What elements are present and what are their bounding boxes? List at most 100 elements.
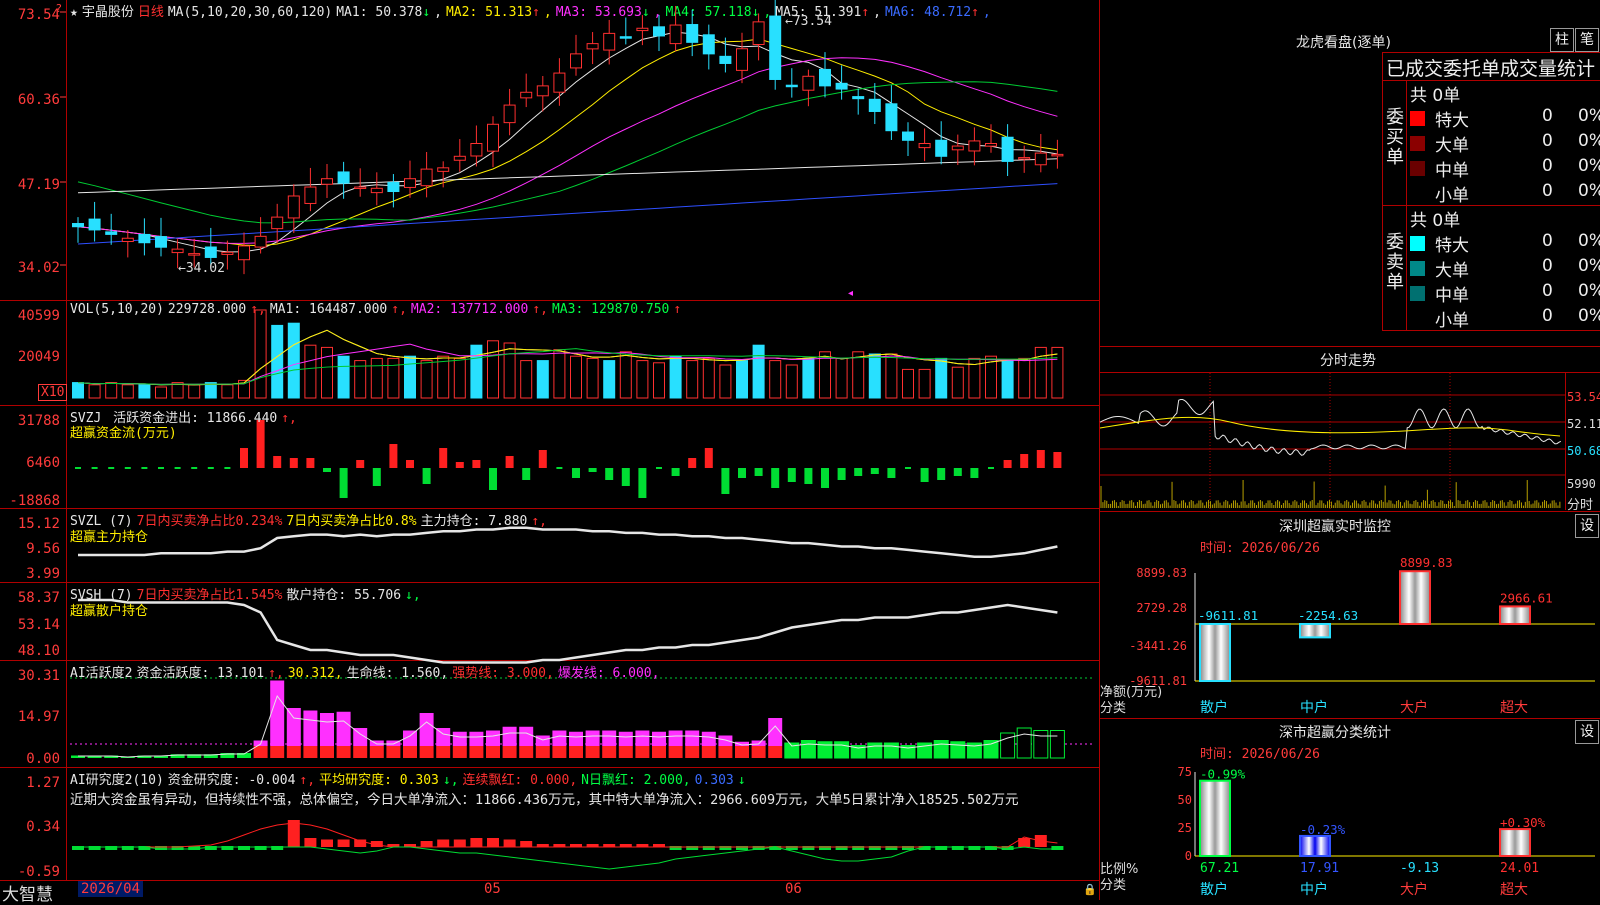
chart-canvas[interactable]: ◂ xyxy=(0,0,1100,900)
ai-active-bar xyxy=(867,742,883,759)
buy-row-name: 小单 xyxy=(1435,186,1469,206)
classify-bar xyxy=(1199,779,1231,857)
lhb-subtitle: 已成交委托单成交量统计 xyxy=(1386,58,1596,80)
svzj-bar xyxy=(854,468,863,476)
candle-body xyxy=(287,195,300,219)
vol-bar xyxy=(669,355,682,399)
ai-active-bar xyxy=(535,735,550,746)
ai-active-base xyxy=(502,746,517,758)
ai-active-bar xyxy=(602,730,617,746)
classify-title: 深市超赢分类统计 xyxy=(1279,725,1391,741)
classify-settings-button[interactable]: 设 xyxy=(1575,720,1599,744)
vol-value: 229728.000 xyxy=(167,302,247,317)
ai-active-y-label: 0.00 xyxy=(26,751,60,767)
candle-body xyxy=(1034,152,1047,166)
svsh-holding: 散户持仓: 55.706 xyxy=(286,588,402,603)
ai-active-bar xyxy=(419,713,434,746)
vol-bar xyxy=(653,362,665,399)
svzj-subtitle: 超赢资金流(万元) xyxy=(70,426,177,441)
vol-bar xyxy=(586,357,599,399)
vol-bar xyxy=(387,357,400,399)
candle-body xyxy=(105,231,118,235)
vol-bar xyxy=(719,364,732,399)
buy-row-p: 0% xyxy=(1578,131,1600,151)
classify-bar-value: -9.13 xyxy=(1400,861,1439,876)
sell-row-v: 0 xyxy=(1542,281,1553,301)
svzj-bar xyxy=(738,468,746,478)
vol-bar xyxy=(752,344,765,399)
ai-research-value: 资金研究度: -0.004 xyxy=(167,773,296,788)
classify-category: 超大 xyxy=(1500,882,1528,898)
candle-body xyxy=(951,145,964,151)
candle-body xyxy=(254,235,267,248)
vol-bar xyxy=(553,349,566,399)
classify-y-label: 50 xyxy=(1178,793,1192,807)
svzj-bar xyxy=(289,458,298,468)
svzj-bar xyxy=(787,468,796,482)
svzj-bar xyxy=(953,468,962,476)
svzl-holding: 主力持仓: 7.880 xyxy=(420,514,528,529)
classify-bar-pct: -0.23% xyxy=(1300,822,1346,837)
svzj-tick xyxy=(75,467,81,469)
svzj-bar xyxy=(638,468,647,498)
svzj-bar xyxy=(489,468,497,490)
ma-line-4 xyxy=(77,81,1058,224)
tick-mode-button[interactable]: 笔 xyxy=(1575,28,1599,52)
svzj-tick xyxy=(905,467,911,469)
svzj-bar xyxy=(1020,454,1029,468)
candle-body xyxy=(88,218,101,231)
ai-active-bar xyxy=(652,731,666,746)
lock-icon[interactable]: 🔒 xyxy=(1083,883,1097,896)
vol-bar xyxy=(337,355,350,399)
candle-body xyxy=(470,142,483,157)
ai-active-bar xyxy=(933,740,949,759)
ai-research-avg: 平均研究度: 0.303 xyxy=(319,773,439,788)
svzl-y-label: 9.56 xyxy=(26,541,60,557)
vol-title: VOL(5,10,20) xyxy=(70,302,164,317)
monitor-x-title: 分类 xyxy=(1100,701,1127,716)
sell-row-name: 中单 xyxy=(1435,286,1469,306)
classify-y-label: 0 xyxy=(1185,849,1192,863)
buy-row-color-swatch xyxy=(1410,186,1425,201)
candle-body xyxy=(420,168,433,187)
ai-active-base xyxy=(635,746,650,758)
classify-bar-value: 24.01 xyxy=(1500,861,1539,876)
vol-unit[interactable]: X10 xyxy=(38,384,68,401)
vol-bar xyxy=(918,368,931,399)
candle-body xyxy=(1001,136,1014,162)
svzj-bar xyxy=(472,460,481,468)
ai-research-bar xyxy=(321,839,333,847)
vol-bar xyxy=(271,324,284,399)
ai-active-bar xyxy=(883,742,899,759)
monitor-settings-button[interactable]: 设 xyxy=(1575,514,1599,538)
ai-research-header: AI研究度2(10) 资金研究度: -0.004 ↑, 平均研究度: 0.303 ↓, 连… xyxy=(70,773,746,788)
monitor-category: 散户 xyxy=(1200,699,1228,716)
candle-body xyxy=(171,248,184,254)
vol-bar xyxy=(138,384,151,399)
svzl-ratio-a: 7日内买卖净占比0.234% xyxy=(136,514,283,529)
bar-mode-button[interactable]: 柱 xyxy=(1550,28,1574,52)
classify-bar-pct: +0.30% xyxy=(1500,815,1546,830)
vol-bar xyxy=(935,357,948,399)
ai-active-base xyxy=(452,746,467,758)
monitor-category: 超大 xyxy=(1500,700,1528,716)
candle-body xyxy=(387,181,400,193)
candle-body xyxy=(686,24,699,43)
vol-bar xyxy=(636,360,649,399)
candle-body xyxy=(736,48,748,71)
svzj-bar xyxy=(240,448,248,468)
vol-y-label: 40599 xyxy=(17,308,60,324)
candle-body xyxy=(852,96,865,100)
vol-bar xyxy=(72,382,84,399)
brand-label[interactable]: 大智慧 xyxy=(2,880,53,905)
buy-row-v: 0 xyxy=(1542,131,1553,151)
buy-row-p: 0% xyxy=(1578,106,1600,126)
ai-active-header: AI活跃度2 资金活跃度: 13.101 ↑, 30.312, 生命线: 1.560, 强… xyxy=(70,666,660,681)
ai-active-base xyxy=(369,746,384,758)
classify-bar-pct: -0.99% xyxy=(1200,767,1246,782)
ai-active-bar xyxy=(685,730,700,746)
vol-bar xyxy=(155,386,167,399)
candle-body xyxy=(520,91,533,99)
svzl-ratio-b: 7日内买卖净占比0.8% xyxy=(286,514,417,529)
sell-row-v: 0 xyxy=(1542,306,1553,326)
